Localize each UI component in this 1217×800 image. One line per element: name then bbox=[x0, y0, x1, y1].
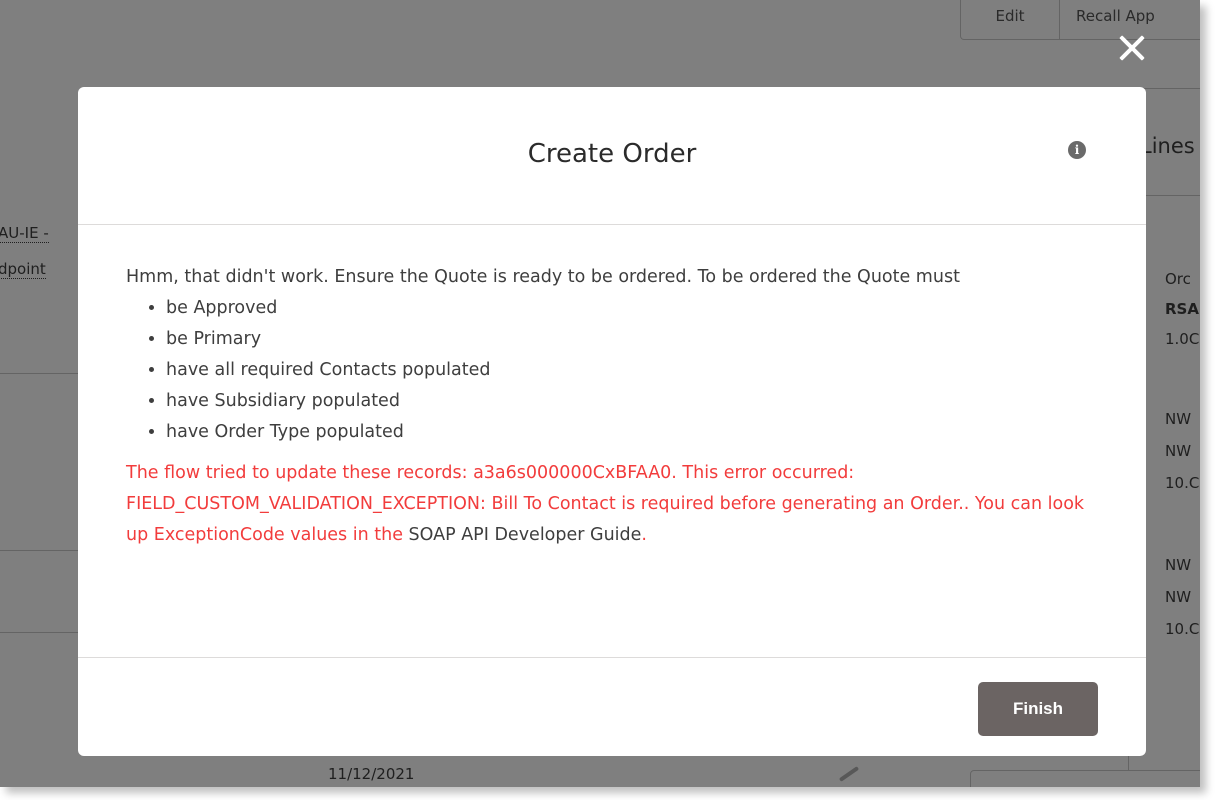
error-message: The flow tried to update these records: … bbox=[126, 458, 1086, 551]
modal-body: Hmm, that didn't work. Ensure the Quote … bbox=[126, 262, 1086, 551]
finish-button[interactable]: Finish bbox=[978, 682, 1098, 736]
info-icon[interactable]: i bbox=[1068, 141, 1086, 159]
close-icon[interactable] bbox=[1114, 30, 1150, 66]
create-order-modal: Create Order i Hmm, that didn't work. En… bbox=[78, 87, 1146, 756]
soap-api-guide-link[interactable]: SOAP API Developer Guide bbox=[409, 525, 642, 545]
modal-header: Create Order i bbox=[78, 87, 1146, 225]
requirements-list: be Approved be Primary have all required… bbox=[126, 293, 1086, 448]
requirement-item: have Order Type populated bbox=[166, 417, 1086, 448]
requirement-item: be Primary bbox=[166, 324, 1086, 355]
modal-title: Create Order bbox=[527, 139, 697, 169]
requirement-item: be Approved bbox=[166, 293, 1086, 324]
requirement-item: have all required Contacts populated bbox=[166, 355, 1086, 386]
error-message-suffix: . bbox=[641, 525, 647, 545]
modal-footer: Finish bbox=[78, 657, 1146, 756]
screenshot-frame: Edit Recall App Lines AU-IE - dpoint Orc… bbox=[0, 0, 1200, 787]
requirement-item: have Subsidiary populated bbox=[166, 386, 1086, 417]
intro-message: Hmm, that didn't work. Ensure the Quote … bbox=[126, 267, 960, 287]
